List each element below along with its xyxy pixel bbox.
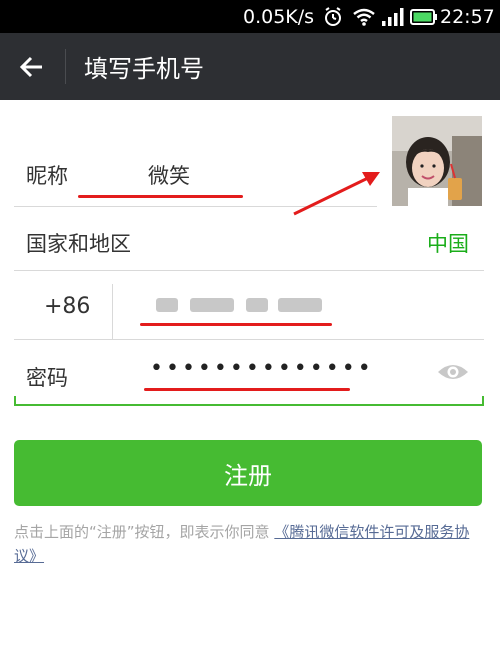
battery-icon (410, 9, 437, 25)
register-button[interactable]: 注册 (14, 440, 482, 506)
terms-text: 点击上面的“注册”按钮，即表示你同意 《腾讯微信软件许可及服务协议》 (14, 520, 484, 568)
phone-number-input[interactable] (150, 290, 330, 322)
terms-prefix: 点击上面的“注册”按钮，即表示你同意 (14, 523, 270, 541)
nickname-input[interactable]: 微笑 (148, 160, 190, 190)
password-underline (14, 404, 484, 406)
country-code[interactable]: +86 (44, 294, 90, 319)
network-speed: 0.05K/s (243, 6, 315, 28)
avatar[interactable] (392, 116, 482, 206)
blurred-digits (156, 298, 178, 312)
region-value[interactable]: 中国 (427, 228, 469, 258)
annotation-underline (140, 323, 332, 326)
divider (14, 339, 484, 340)
eye-icon[interactable] (436, 360, 470, 384)
nickname-label: 昵称 (26, 164, 68, 188)
back-arrow-icon[interactable] (18, 53, 46, 81)
app-bar: 填写手机号 (0, 33, 500, 100)
alarm-icon (325, 7, 341, 26)
status-bar: 0.05K/s 22:57 (0, 0, 500, 33)
field-corner (482, 396, 484, 406)
password-input[interactable]: •••••••••••••• (150, 356, 371, 386)
annotation-underline (78, 195, 243, 198)
blurred-digits (190, 298, 234, 312)
blurred-digits (278, 298, 322, 312)
blurred-digits (246, 298, 268, 312)
divider (14, 270, 484, 271)
wifi-icon (353, 8, 375, 26)
signal-icon (382, 8, 404, 26)
password-label: 密码 (26, 366, 68, 390)
divider (112, 284, 113, 340)
clock: 22:57 (440, 6, 495, 28)
header-divider (65, 49, 66, 84)
page-title: 填写手机号 (84, 55, 204, 83)
annotation-underline (144, 388, 350, 391)
field-corner (14, 396, 16, 406)
region-label: 国家和地区 (26, 232, 131, 256)
